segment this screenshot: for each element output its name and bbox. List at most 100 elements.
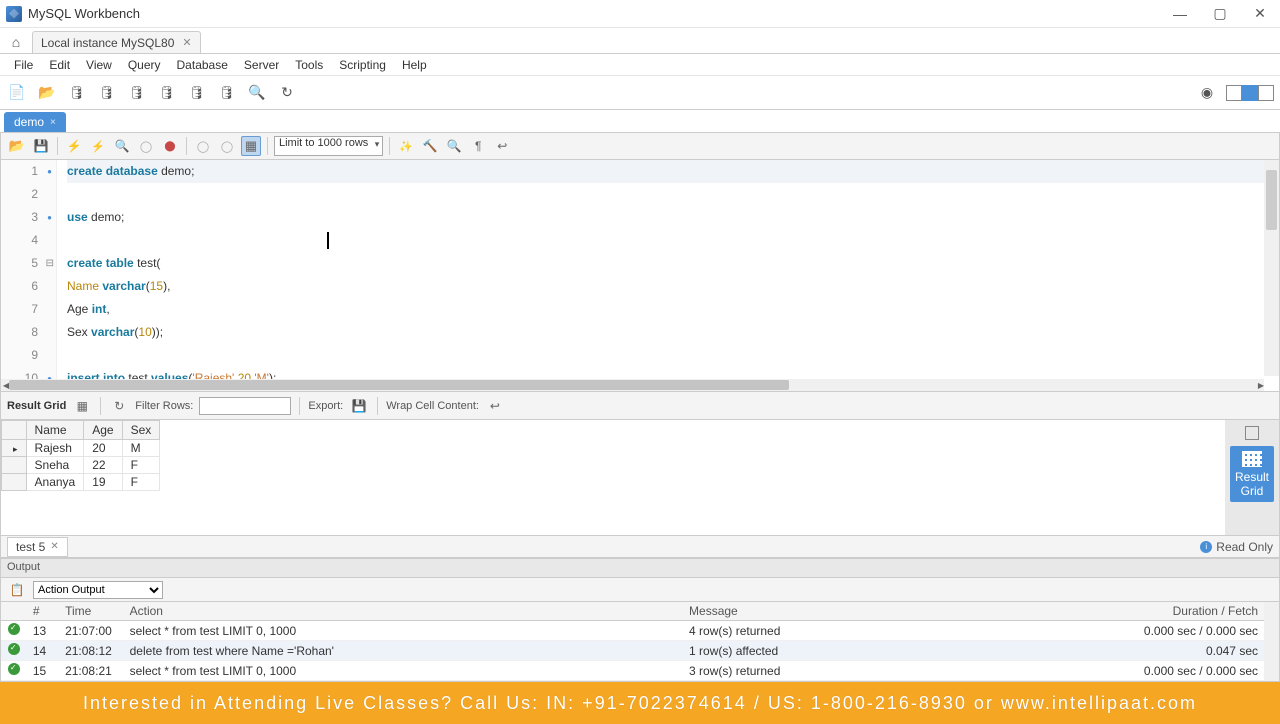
text-caret [327,232,329,249]
connection-tab[interactable]: Local instance MySQL80 ✕ [32,31,201,53]
limit-rows-select[interactable]: Limit to 1000 rows [274,136,383,156]
result-sidebar: Result Grid [1225,420,1279,535]
open-sql-file-icon[interactable]: 📂 [36,82,58,104]
footer-banner: Interested in Attending Live Classes? Ca… [0,682,1280,724]
data-import-icon[interactable] [96,82,118,104]
connection-bar: ⌂ Local instance MySQL80 ✕ [0,28,1280,54]
find-icon[interactable]: 🔨 [420,136,440,156]
explain-icon[interactable]: 🔍 [112,136,132,156]
create-schema-icon[interactable] [156,82,178,104]
maximize-button[interactable]: ▢ [1200,0,1240,28]
inspector-icon[interactable] [66,82,88,104]
export-label: Export: [308,400,343,412]
autocommit-toggle-icon[interactable] [241,136,261,156]
create-table-icon[interactable] [186,82,208,104]
wrap-icon[interactable]: ↩ [492,136,512,156]
menu-file[interactable]: File [6,56,41,74]
connection-tab-label: Local instance MySQL80 [41,36,174,50]
sql-tab-bar: demo × [0,110,1280,132]
filter-rows-label: Filter Rows: [135,400,193,412]
menu-scripting[interactable]: Scripting [331,56,394,74]
result-grid[interactable]: NameAgeSexRajesh20MSneha22FAnanya19F [1,420,1225,535]
result-tab[interactable]: test 5 ✕ [7,537,68,557]
right-panel-toggle[interactable] [1258,85,1274,101]
invisible-chars-icon[interactable]: ¶ [468,136,488,156]
menu-edit[interactable]: Edit [41,56,78,74]
reconnect-icon[interactable]: ↻ [276,82,298,104]
wrap-cell-icon[interactable]: ↩ [485,396,505,416]
result-toolbar: Result Grid ▦ ↻ Filter Rows: Export: 💾 W… [0,392,1280,420]
output-row[interactable]: 1421:08:12delete from test where Name ='… [1,641,1264,661]
refresh-icon[interactable]: ↻ [109,396,129,416]
read-only-indicator: i Read Only [1200,540,1273,554]
menu-tools[interactable]: Tools [287,56,331,74]
commit-icon[interactable] [193,136,213,156]
filter-rows-input[interactable] [199,397,291,415]
rollback-icon[interactable] [217,136,237,156]
output-type-select[interactable]: Action Output [33,581,163,599]
table-row[interactable]: Sneha22F [2,457,160,474]
code-area[interactable]: create database demo;use demo;create tab… [57,160,1279,391]
save-file-icon[interactable] [31,136,51,156]
wrap-cell-label: Wrap Cell Content: [386,400,479,412]
panel-toggle-icon[interactable] [1245,426,1259,440]
result-grid-label: Result Grid [7,400,66,412]
gutter: 12345678910 [1,160,57,391]
menu-server[interactable]: Server [236,56,287,74]
search-panel-icon[interactable]: 🔍 [444,136,464,156]
vertical-scrollbar[interactable] [1264,160,1279,376]
settings-icon[interactable]: ◉ [1196,82,1218,104]
output-table[interactable]: #TimeActionMessageDuration / Fetch1321:0… [0,602,1280,682]
bottom-panel-toggle[interactable] [1242,85,1258,101]
success-icon [8,623,20,635]
success-icon [8,643,20,655]
sql-tab-label: demo [14,115,44,129]
output-row[interactable]: 1321:07:00select * from test LIMIT 0, 10… [1,621,1264,641]
result-tab-label: test 5 [16,540,45,554]
grid-icon [1242,451,1262,467]
close-icon[interactable]: ✕ [182,36,191,49]
horizontal-scrollbar[interactable]: ◀ ▶ [1,379,1264,391]
output-scrollbar[interactable] [1264,602,1279,681]
table-row[interactable]: Rajesh20M [2,440,160,457]
home-icon[interactable]: ⌂ [4,31,28,53]
sql-editor[interactable]: 12345678910 create database demo;use dem… [0,160,1280,392]
app-title: MySQL Workbench [28,6,140,21]
open-file-icon[interactable] [7,136,27,156]
new-sql-tab-icon[interactable]: 📄 [6,82,28,104]
menu-help[interactable]: Help [394,56,435,74]
close-button[interactable]: ✕ [1240,0,1280,28]
close-icon[interactable]: × [50,117,56,128]
menu-view[interactable]: View [78,56,120,74]
stop-icon[interactable] [136,136,156,156]
panel-toggles [1226,85,1274,101]
app-icon [6,6,22,22]
menu-query[interactable]: Query [120,56,169,74]
data-export-icon[interactable] [126,82,148,104]
stop-on-error-icon[interactable] [160,136,180,156]
query-toolbar: 🔍 Limit to 1000 rows 🔨 🔍 ¶ ↩ [0,132,1280,160]
success-icon [8,663,20,675]
create-view-icon[interactable] [216,82,238,104]
clear-output-icon[interactable]: 📋 [7,580,27,600]
beautify-icon[interactable] [396,136,416,156]
table-row[interactable]: Ananya19F [2,474,160,491]
output-row[interactable]: 1521:08:21select * from test LIMIT 0, 10… [1,661,1264,681]
grid-view-icon[interactable]: ▦ [72,396,92,416]
main-toolbar: 📄 📂 🔍 ↻ ◉ [0,76,1280,110]
menu-database[interactable]: Database [169,56,236,74]
close-icon[interactable]: ✕ [50,541,58,552]
result-tab-bar: test 5 ✕ i Read Only [0,536,1280,558]
minimize-button[interactable]: — [1160,0,1200,28]
info-icon: i [1200,541,1212,553]
execute-current-icon[interactable] [88,136,108,156]
menu-bar: File Edit View Query Database Server Too… [0,54,1280,76]
search-icon[interactable]: 🔍 [246,82,268,104]
output-toolbar: 📋 Action Output [0,578,1280,602]
sql-tab[interactable]: demo × [4,112,66,132]
export-icon[interactable]: 💾 [349,396,369,416]
execute-icon[interactable] [64,136,84,156]
scroll-right-icon[interactable]: ▶ [1254,379,1268,391]
result-grid-button[interactable]: Result Grid [1230,446,1274,502]
left-panel-toggle[interactable] [1226,85,1242,101]
